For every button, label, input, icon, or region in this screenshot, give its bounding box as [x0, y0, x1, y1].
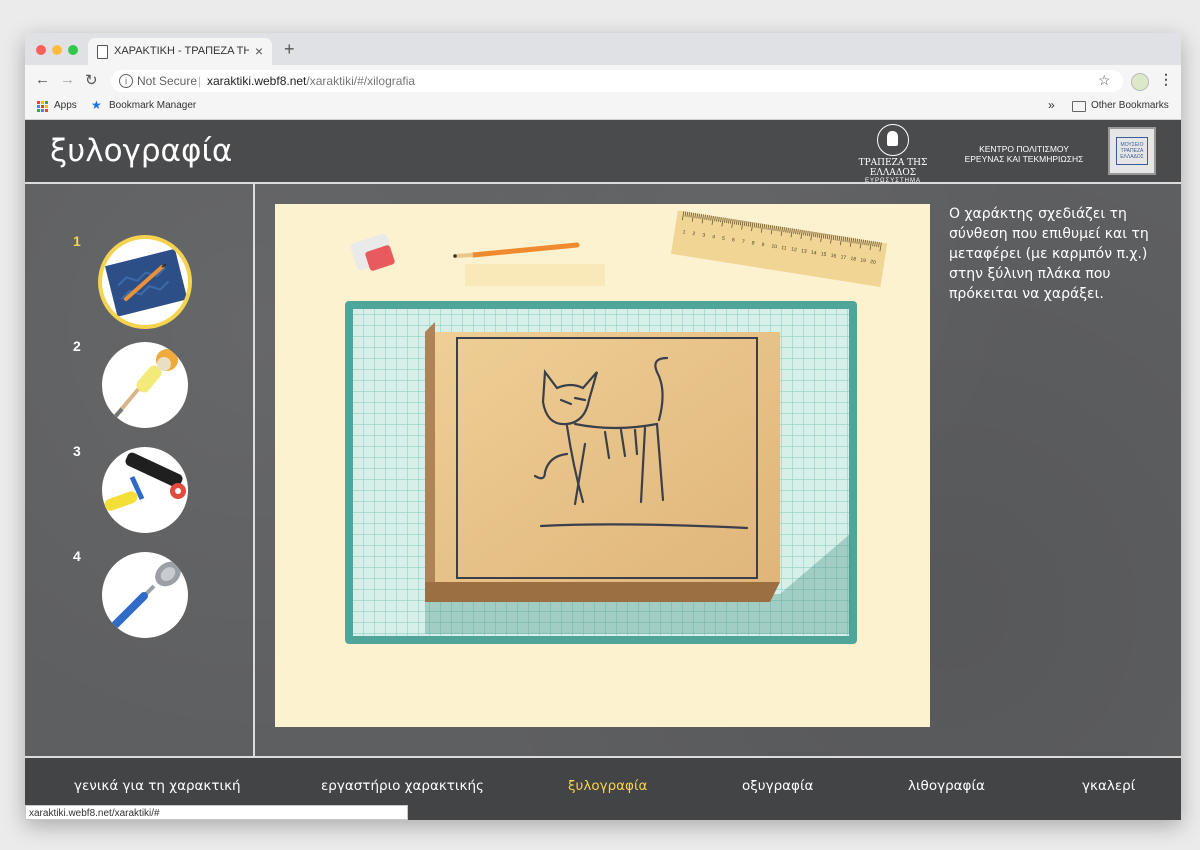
- step-4-button[interactable]: [102, 552, 188, 638]
- nav-etching[interactable]: οξυγραφία: [742, 778, 813, 794]
- page-icon: [97, 45, 108, 59]
- gouge-tool-icon: [112, 349, 178, 420]
- nav-workshop[interactable]: εργαστήριο χαρακτικής: [321, 778, 484, 794]
- url-text[interactable]: xaraktiki.webf8.net/xaraktiki/#/xilograf…: [207, 74, 415, 88]
- ink-roller-icon: [104, 452, 186, 511]
- page-title: ξυλογραφία: [50, 133, 233, 169]
- bookmark-star-blue-icon: ★: [91, 98, 102, 112]
- wood-block: [425, 322, 780, 602]
- bookmarks-bar: Apps ★ Bookmark Manager » Other Bookmark…: [25, 95, 1181, 120]
- step-number-3: 3: [73, 443, 81, 459]
- browser-tab[interactable]: ΧΑΡΑΚΤΙΚΗ - ΤΡΑΠΕΖΑ ΤΗΣ Ε ×: [88, 38, 272, 65]
- info-icon[interactable]: i: [119, 74, 133, 88]
- maximize-window-button[interactable]: [68, 45, 78, 55]
- back-icon[interactable]: ←: [35, 71, 50, 88]
- address-separator: |: [198, 74, 202, 88]
- step-1-button[interactable]: [102, 239, 188, 325]
- step-2-button[interactable]: [102, 342, 188, 428]
- close-window-button[interactable]: [36, 45, 46, 55]
- nav-woodcut[interactable]: ξυλογραφία: [568, 778, 647, 794]
- site-content: ξυλογραφία ΤΡΑΠΕΖΑ ΤΗΣ ΕΛΛΑΔΟΣ ΕΥΡΩΣΥΣΤΗ…: [25, 120, 1181, 820]
- step-number-2: 2: [73, 338, 81, 354]
- step-description: Ο χαράκτης σχεδιάζει τη σύνθεση που επιθ…: [949, 206, 1149, 302]
- security-label: Not Secure: [137, 74, 198, 88]
- sketch-paper-pencil-icon: [104, 248, 188, 317]
- illustration-canvas: 1 2 3 4 5 6 7 8 9 10 11 12 13 14 15 16 17 18 19 20: [345, 210, 888, 644]
- header-divider: [25, 182, 1181, 184]
- centre-line-2: ΕΡΕΥΝΑΣ ΚΑΙ ΤΕΚΜΗΡΙΩΣΗΣ: [964, 154, 1084, 164]
- reload-icon[interactable]: ↻: [85, 71, 98, 89]
- status-bar-url: xaraktiki.webf8.net/xaraktiki/#: [25, 805, 408, 820]
- tab-title: ΧΑΡΑΚΤΙΚΗ - ΤΡΑΠΕΖΑ ΤΗΣ Ε: [114, 45, 249, 57]
- site-header: ξυλογραφία ΤΡΑΠΕΖΑ ΤΗΣ ΕΛΛΑΔΟΣ ΕΥΡΩΣΥΣΤΗ…: [25, 120, 1181, 184]
- woodcut-illustration: 1 2 3 4 5 6 7 8 9 10 11 12 13 14 15 16 17 18 19 20: [275, 204, 930, 727]
- menu-dots-icon[interactable]: ⋮: [1159, 71, 1173, 88]
- apps-grid-icon[interactable]: [37, 101, 48, 112]
- nav-gallery[interactable]: γκαλερί: [1082, 778, 1135, 794]
- bank-seal-icon: [877, 124, 909, 156]
- eraser-icon: [350, 233, 395, 271]
- url-path: /xaraktiki/#/xilografia: [306, 74, 416, 88]
- ruler-icon: 1 2 3 4 5 6 7 8 9 10 11 12 13 14 15 16 17 18 19 20: [670, 210, 888, 287]
- bank-name: ΤΡΑΠΕΖΑ ΤΗΣ ΕΛΛΑΔΟΣ: [858, 158, 928, 178]
- folder-icon: [1072, 101, 1086, 112]
- bookmark-manager-link[interactable]: Bookmark Manager: [109, 100, 196, 111]
- sidebar-divider: [253, 182, 255, 756]
- pencil-icon: [453, 242, 605, 286]
- apps-bookmark[interactable]: Apps: [54, 100, 77, 111]
- browser-window: ΧΑΡΑΚΤΙΚΗ - ΤΡΑΠΕΖΑ ΤΗΣ Ε × + ← → ↻ i No…: [25, 33, 1181, 820]
- tab-strip: ΧΑΡΑΚΤΙΚΗ - ΤΡΑΠΕΖΑ ΤΗΣ Ε × +: [25, 33, 1181, 65]
- minimize-window-button[interactable]: [52, 45, 62, 55]
- profile-avatar[interactable]: [1131, 73, 1149, 91]
- step-number-1: 1: [73, 233, 81, 249]
- tab-close-icon[interactable]: ×: [255, 43, 263, 59]
- step-number-4: 4: [73, 548, 81, 564]
- centre-line-1: ΚΕΝΤΡΟ ΠΟΛΙΤΙΣΜΟΥ: [979, 144, 1069, 154]
- url-host: xaraktiki.webf8.net: [207, 74, 307, 88]
- museum-logo[interactable]: ΜΟΥΣΕΙΟ ΤΡΑΠΕΖΑ ΕΛΛΑΔΟΣ: [1108, 127, 1156, 175]
- bank-of-greece-logo[interactable]: ΤΡΑΠΕΖΑ ΤΗΣ ΕΛΛΑΔΟΣ ΕΥΡΩΣΥΣΤΗΜΑ: [843, 124, 943, 184]
- culture-centre-logo[interactable]: ΚΕΝΤΡΟ ΠΟΛΙΤΙΣΜΟΥ ΕΡΕΥΝΑΣ ΚΑΙ ΤΕΚΜΗΡΙΩΣΗ…: [959, 144, 1089, 164]
- nav-general[interactable]: γενικά για τη χαρακτική: [74, 778, 241, 794]
- bookmarks-overflow-icon[interactable]: »: [1048, 98, 1055, 112]
- address-bar[interactable]: i Not Secure | xaraktiki.webf8.net/xarak…: [111, 70, 1123, 92]
- bookmark-star-icon[interactable]: ☆: [1098, 72, 1111, 89]
- step-3-button[interactable]: [102, 447, 188, 533]
- new-tab-button[interactable]: +: [284, 39, 295, 60]
- nav-lithography[interactable]: λιθογραφία: [908, 778, 985, 794]
- spoon-icon: [108, 561, 181, 632]
- museum-logo-text: ΜΟΥΣΕΙΟ ΤΡΑΠΕΖΑ ΕΛΛΑΔΟΣ: [1116, 137, 1148, 165]
- forward-icon[interactable]: →: [60, 71, 75, 88]
- other-bookmarks-link[interactable]: Other Bookmarks: [1091, 100, 1169, 111]
